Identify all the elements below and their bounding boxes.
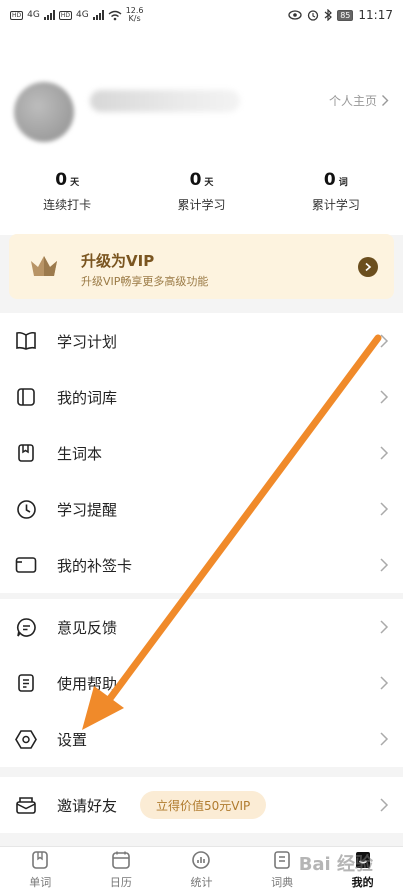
stat-unit: 天: [70, 178, 80, 188]
menu-item-my-library[interactable]: 我的词库: [0, 369, 403, 425]
stats-icon: [192, 851, 211, 869]
stat-unit: 天: [204, 178, 214, 188]
bluetooth-icon: [324, 9, 333, 21]
stat-label: 连续打卡: [43, 198, 92, 212]
menu-item-label: 意见反馈: [57, 618, 118, 637]
menu-item-settings[interactable]: 设置: [0, 711, 403, 767]
wifi-icon: [108, 10, 122, 20]
stat-unit: 词: [338, 178, 348, 188]
avatar[interactable]: [14, 82, 74, 142]
vip-go-button[interactable]: [358, 257, 378, 277]
menu-item-label: 学习计划: [57, 332, 118, 351]
chevron-right-icon: [380, 676, 389, 690]
chevron-right-icon: [380, 620, 389, 634]
dictionary-icon: [274, 851, 290, 869]
clock-time: 11:17: [358, 8, 393, 22]
profile-section: 个人主页 0天 连续打卡 0天 累计学习 0词 累计学习: [0, 30, 403, 235]
speed-unit: K/s: [128, 14, 141, 23]
profile-home-link[interactable]: 个人主页: [329, 92, 389, 109]
menu-item-label: 生词本: [57, 444, 103, 463]
menu-item-makeup-card[interactable]: 我的补签卡: [0, 537, 403, 593]
status-bar: HD 4G HD 4G 12.6 K/s 85 11:17: [0, 0, 403, 30]
stat-value: 0: [189, 170, 202, 190]
menu-item-help[interactable]: 使用帮助: [0, 655, 403, 711]
network-tag: 4G: [27, 10, 40, 20]
network-speed: 12.6 K/s: [126, 7, 144, 23]
vip-banner[interactable]: 升级为VIP 升级VIP畅享更多高级功能: [9, 234, 394, 299]
network-tag-2: 4G: [75, 10, 89, 20]
menu-group-study: 学习计划 我的词库 生词本 学习提醒 我的补签卡: [0, 313, 403, 593]
menu-item-label: 使用帮助: [57, 674, 118, 693]
menu-item-feedback[interactable]: 意见反馈: [0, 599, 403, 655]
watermark: Bai 经验: [298, 854, 373, 875]
menu-item-study-reminder[interactable]: 学习提醒: [0, 481, 403, 537]
menu-group-support: 意见反馈 使用帮助 设置: [0, 599, 403, 767]
calendar-icon: [112, 851, 130, 869]
stat-value: 0: [323, 170, 336, 190]
tab-label: 我的: [351, 876, 374, 889]
vip-title: 升级为VIP: [81, 252, 155, 270]
menu-group-invite: 邀请好友 立得价值50元VIP: [0, 777, 403, 833]
chevron-right-icon: [380, 732, 389, 746]
help-icon: [15, 672, 37, 694]
menu-item-label: 邀请好友: [57, 796, 118, 815]
menu-item-label: 学习提醒: [57, 500, 118, 519]
eye-icon: [288, 10, 302, 20]
tab-calendar[interactable]: 日历: [81, 847, 162, 893]
profile-home-label: 个人主页: [328, 94, 377, 108]
chevron-right-icon: [380, 502, 389, 516]
hd-tag-2: HD: [58, 10, 72, 20]
clock-icon: [15, 498, 37, 520]
menu-item-vocab-book[interactable]: 生词本: [0, 425, 403, 481]
tab-label: 词典: [271, 876, 294, 889]
library-icon: [15, 386, 37, 408]
crown-icon: [31, 256, 57, 276]
bookmark-icon: [15, 442, 37, 464]
menu-item-label: 我的词库: [57, 388, 118, 407]
chevron-right-icon: [380, 334, 389, 348]
status-right: 85 11:17: [288, 8, 393, 22]
vip-subtitle: 升级VIP畅享更多高级功能: [81, 275, 209, 288]
menu-item-label: 设置: [57, 730, 88, 749]
word-icon: [32, 851, 49, 869]
chevron-right-icon: [380, 558, 389, 572]
alarm-icon: [308, 10, 319, 21]
username-blurred: [90, 90, 240, 112]
chevron-right-icon: [382, 95, 389, 106]
stat-days: 0天 累计学习: [134, 170, 268, 213]
status-left: HD 4G HD 4G 12.6 K/s: [10, 7, 144, 23]
battery-indicator: 85: [337, 9, 354, 21]
stats-row: 0天 连续打卡 0天 累计学习 0词 累计学习: [0, 170, 403, 213]
feedback-icon: [15, 616, 37, 638]
stat-streak: 0天 连续打卡: [0, 170, 134, 213]
tab-label: 单词: [29, 876, 52, 889]
menu-item-study-plan[interactable]: 学习计划: [0, 313, 403, 369]
tab-label: 统计: [190, 876, 213, 889]
menu-item-invite-friends[interactable]: 邀请好友 立得价值50元VIP: [0, 777, 403, 833]
tab-label: 日历: [109, 876, 132, 889]
signal-icon-2: [92, 10, 104, 20]
card-icon: [15, 554, 37, 576]
stat-words: 0词 累计学习: [269, 170, 403, 213]
tab-words[interactable]: 单词: [0, 847, 81, 893]
chevron-right-icon: [380, 390, 389, 404]
tab-stats[interactable]: 统计: [161, 847, 242, 893]
chevron-right-icon: [380, 446, 389, 460]
signal-icon: [43, 10, 55, 20]
menu-item-label: 我的补签卡: [57, 556, 133, 575]
chevron-right-icon: [380, 798, 389, 812]
hd-tag: HD: [10, 10, 24, 20]
envelope-icon: [15, 794, 37, 816]
gear-icon: [15, 728, 37, 750]
book-icon: [15, 330, 37, 352]
chevron-right-icon: [365, 262, 372, 272]
stat-label: 累计学习: [177, 198, 226, 212]
stat-label: 累计学习: [311, 198, 360, 212]
stat-value: 0: [55, 170, 68, 190]
invite-reward-badge: 立得价值50元VIP: [140, 791, 267, 819]
